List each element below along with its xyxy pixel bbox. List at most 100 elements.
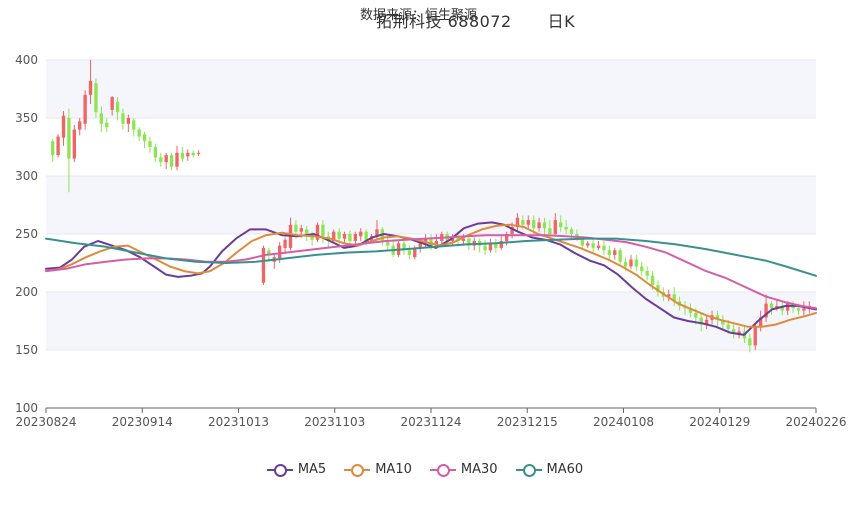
plot-band	[46, 350, 816, 408]
legend-item-ma30[interactable]: MA30	[429, 462, 498, 477]
candle-body[interactable]	[537, 222, 541, 229]
candle-body[interactable]	[294, 224, 298, 232]
candle-body[interactable]	[67, 118, 71, 159]
candle-body[interactable]	[148, 141, 152, 147]
legend-label: MA30	[460, 462, 498, 477]
legend-item-ma5[interactable]: MA5	[266, 462, 327, 477]
y-tick-label: 300	[15, 169, 38, 183]
candle-body[interactable]	[802, 308, 806, 311]
plot-band	[46, 118, 816, 176]
candle-body[interactable]	[564, 227, 568, 230]
candle-body[interactable]	[607, 250, 612, 255]
legend-label: MA60	[546, 462, 584, 477]
x-tick-label: 20240108	[593, 415, 654, 429]
candle-body[interactable]	[769, 303, 774, 309]
candle-body[interactable]	[99, 113, 104, 124]
legend-label: MA10	[375, 462, 412, 477]
candle-body[interactable]	[196, 152, 201, 154]
candle-body[interactable]	[623, 261, 628, 267]
candle-body[interactable]	[569, 229, 574, 234]
candle-body[interactable]	[526, 220, 530, 225]
candle-body[interactable]	[126, 118, 131, 124]
candle-body[interactable]	[278, 245, 282, 259]
candle-body[interactable]	[559, 222, 563, 228]
candle-body[interactable]	[191, 152, 195, 156]
x-tick-label: 20231124	[400, 415, 461, 429]
candle-body[interactable]	[640, 266, 644, 272]
kline-chart[interactable]: 100150200250300350400 20230824 20230914 20…	[0, 0, 850, 450]
candle-body[interactable]	[261, 247, 266, 283]
legend-item-ma10[interactable]: MA10	[344, 462, 412, 477]
candle-body[interactable]	[56, 136, 60, 156]
y-tick-label: 400	[15, 53, 38, 67]
candle-body[interactable]	[121, 113, 125, 124]
y-tick-label: 250	[15, 227, 38, 241]
y-tick-label: 150	[15, 343, 38, 357]
candle-body[interactable]	[348, 234, 352, 241]
x-tick-label: 20231013	[208, 415, 269, 429]
candle-body[interactable]	[78, 121, 82, 130]
candle-body[interactable]	[586, 243, 590, 246]
ma5-legend-icon	[266, 463, 293, 477]
candle-body[interactable]	[359, 231, 363, 237]
candle-body[interactable]	[553, 220, 557, 234]
candle-body[interactable]	[186, 152, 190, 157]
candle-body[interactable]	[650, 275, 655, 286]
chart-legend: MA5 MA10 MA30 MA60	[0, 462, 850, 477]
candle-body[interactable]	[137, 129, 141, 137]
candle-body[interactable]	[753, 326, 757, 346]
candle-body[interactable]	[169, 155, 174, 167]
candle-body[interactable]	[159, 157, 163, 163]
candle-body[interactable]	[132, 120, 136, 130]
x-tick-label: 20231103	[304, 415, 365, 429]
candle-body[interactable]	[321, 224, 325, 237]
candle-body[interactable]	[634, 259, 639, 267]
candle-body[interactable]	[694, 312, 698, 318]
candle-body[interactable]	[153, 147, 158, 158]
candle-body[interactable]	[748, 338, 752, 346]
candle-body[interactable]	[591, 243, 595, 248]
candle-body[interactable]	[110, 97, 114, 110]
ma10-legend-icon	[344, 463, 371, 477]
candle-body[interactable]	[51, 141, 55, 156]
candle-body[interactable]	[164, 155, 168, 163]
candle-body[interactable]	[305, 229, 309, 234]
candle-body[interactable]	[342, 234, 347, 239]
legend-item-ma60[interactable]: MA60	[515, 462, 584, 477]
candle-body[interactable]	[726, 324, 730, 330]
x-tick-label: 20231215	[497, 415, 558, 429]
candle-body[interactable]	[61, 115, 66, 138]
plot-band	[46, 176, 816, 234]
candle-body[interactable]	[786, 303, 790, 311]
candle-body[interactable]	[618, 250, 622, 262]
candle-body[interactable]	[602, 245, 606, 251]
candle-body[interactable]	[645, 271, 649, 276]
candle-body[interactable]	[353, 234, 358, 241]
plot-band	[46, 60, 816, 118]
candle-body[interactable]	[83, 94, 87, 124]
y-tick-label: 200	[15, 285, 38, 299]
candle-body[interactable]	[115, 101, 120, 113]
candle-body[interactable]	[180, 152, 185, 159]
y-tick-label: 100	[15, 401, 38, 415]
candle-body[interactable]	[175, 152, 179, 167]
legend-label: MA5	[297, 462, 327, 477]
candle-body[interactable]	[532, 220, 536, 229]
candle-body[interactable]	[548, 228, 552, 234]
candle-body[interactable]	[483, 245, 487, 251]
candle-body[interactable]	[542, 222, 547, 229]
candle-body[interactable]	[629, 259, 633, 267]
candle-body[interactable]	[796, 308, 801, 311]
candle-body[interactable]	[299, 228, 303, 232]
candle-body[interactable]	[521, 220, 525, 225]
candle-body[interactable]	[88, 80, 93, 95]
candle-body[interactable]	[72, 129, 76, 159]
candle-body[interactable]	[283, 239, 287, 248]
candle-body[interactable]	[613, 250, 617, 255]
candle-body[interactable]	[142, 134, 147, 142]
candle-body[interactable]	[596, 245, 601, 248]
candle-body[interactable]	[407, 250, 412, 255]
candle-body[interactable]	[94, 83, 98, 113]
candle-body[interactable]	[337, 231, 341, 239]
candle-body[interactable]	[105, 122, 109, 128]
